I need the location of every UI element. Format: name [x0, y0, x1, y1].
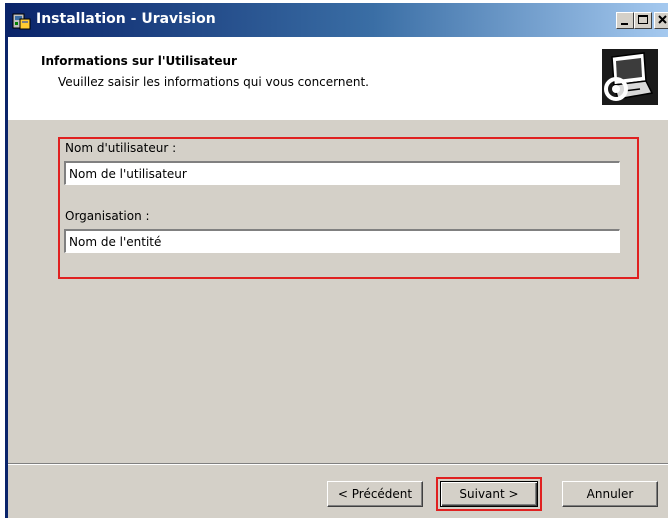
back-button[interactable]: < Précédent: [327, 481, 423, 507]
maximize-button[interactable]: [634, 12, 652, 29]
page-title: Informations sur l'Utilisateur: [41, 54, 237, 68]
fields-highlight-box: [58, 137, 639, 279]
wizard-header: Informations sur l'Utilisateur Veuillez …: [8, 37, 668, 120]
page-subtitle: Veuillez saisir les informations qui vou…: [58, 75, 369, 89]
header-divider: [8, 119, 668, 120]
cancel-button[interactable]: Annuler: [562, 481, 658, 507]
title-bar[interactable]: Installation - Uravision: [8, 3, 668, 37]
installer-icon: [12, 11, 32, 31]
footer-divider: [8, 463, 668, 465]
next-button-highlight-box: [436, 477, 542, 511]
maximize-icon: [638, 15, 648, 24]
window-title: Installation - Uravision: [36, 11, 216, 27]
minimize-button[interactable]: [616, 12, 634, 29]
close-button[interactable]: [654, 12, 668, 29]
minimize-icon: [621, 23, 628, 25]
setup-computer-icon: [600, 47, 660, 107]
close-icon: [658, 15, 667, 24]
installer-window: Installation - Uravision Informations su…: [5, 3, 668, 518]
